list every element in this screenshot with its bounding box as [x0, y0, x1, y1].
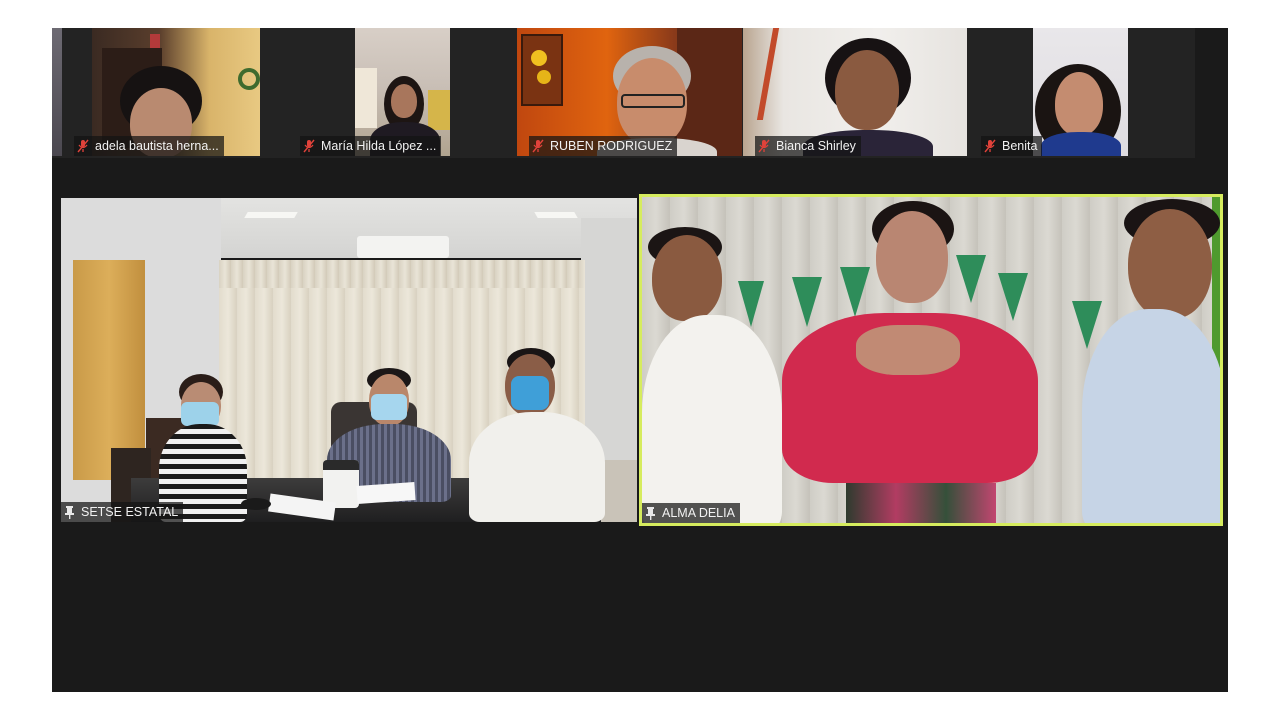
- participant-name: María Hilda López ...: [321, 139, 437, 153]
- muted-mic-icon: [758, 139, 770, 153]
- participant-name-tag: adela bautista herna...: [74, 136, 224, 156]
- video-tile-alma-delia[interactable]: ALMA DELIA: [639, 194, 1223, 526]
- participant-strip: adela bautista herna... María Hilda Lópe…: [52, 28, 1195, 158]
- video-meeting-gallery: adela bautista herna... María Hilda Lópe…: [52, 28, 1228, 692]
- participant-name: Bianca Shirley: [776, 139, 856, 153]
- participant-tile-benita[interactable]: Benita: [969, 28, 1195, 156]
- pin-icon: [65, 505, 74, 519]
- participant-name-tag: María Hilda López ...: [300, 136, 442, 156]
- muted-mic-icon: [77, 139, 89, 153]
- participant-tile-ruben[interactable]: RUBEN RODRIGUEZ: [517, 28, 742, 156]
- participant-tile-adela[interactable]: adela bautista herna...: [62, 28, 288, 156]
- participant-tile-bianca[interactable]: Bianca Shirley: [743, 28, 967, 156]
- tile-name: SETSE ESTATAL: [81, 505, 179, 519]
- muted-mic-icon: [984, 139, 996, 153]
- participant-tile-maria[interactable]: María Hilda López ...: [288, 28, 514, 156]
- pin-icon: [646, 506, 655, 520]
- tile-name-tag: SETSE ESTATAL: [61, 502, 184, 522]
- participant-name-tag: RUBEN RODRIGUEZ: [529, 136, 678, 156]
- participant-name-tag: Bianca Shirley: [755, 136, 861, 156]
- muted-mic-icon: [532, 139, 544, 153]
- participant-name: adela bautista herna...: [95, 139, 219, 153]
- video-tile-setse-estatal[interactable]: SETSE ESTATAL: [61, 198, 637, 522]
- muted-mic-icon: [303, 139, 315, 153]
- participant-name-tag: Benita: [981, 136, 1043, 156]
- strip-scroll-edge[interactable]: [52, 28, 62, 156]
- participant-name: RUBEN RODRIGUEZ: [550, 139, 673, 153]
- tile-name-tag: ALMA DELIA: [642, 503, 740, 523]
- tile-name: ALMA DELIA: [662, 506, 735, 520]
- participant-name: Benita: [1002, 139, 1038, 153]
